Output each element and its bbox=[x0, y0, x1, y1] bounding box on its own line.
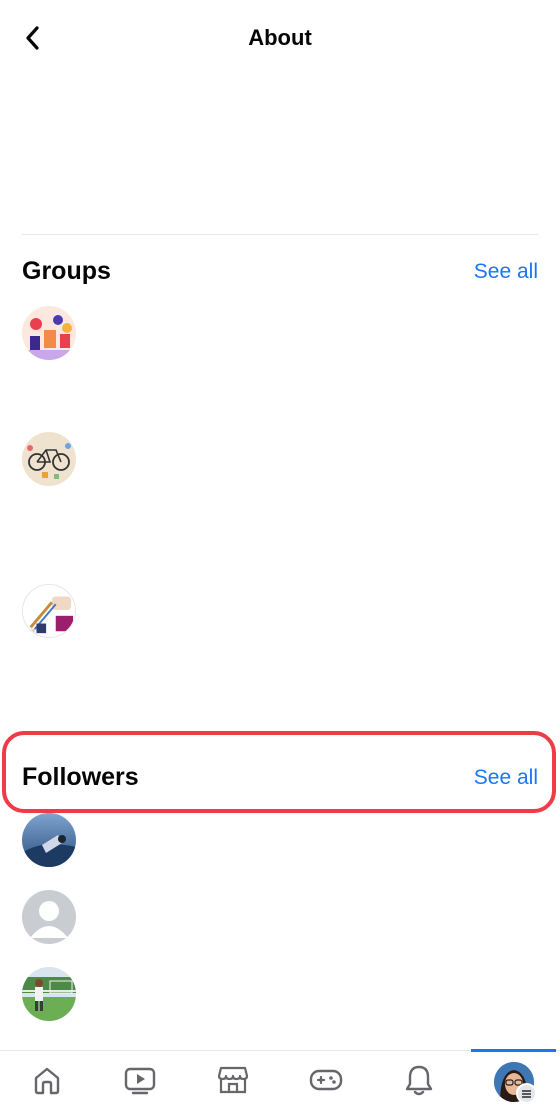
nav-gaming[interactable] bbox=[306, 1062, 346, 1098]
followers-see-all-link[interactable]: See all bbox=[474, 766, 538, 790]
nav-marketplace[interactable] bbox=[213, 1062, 253, 1098]
video-icon bbox=[124, 1067, 156, 1095]
marketplace-icon bbox=[217, 1066, 249, 1094]
group-avatar-1[interactable] bbox=[22, 306, 76, 360]
groups-see-all-link[interactable]: See all bbox=[474, 260, 538, 284]
active-tab-indicator bbox=[471, 1049, 556, 1052]
groups-section-title: Groups bbox=[22, 257, 111, 285]
follower-avatar-3[interactable] bbox=[22, 967, 76, 1021]
notifications-icon bbox=[405, 1065, 433, 1096]
page-title: About bbox=[248, 25, 312, 50]
nav-video[interactable] bbox=[120, 1062, 160, 1098]
group-avatar-2[interactable] bbox=[22, 432, 76, 486]
nav-notifications[interactable] bbox=[399, 1062, 439, 1098]
follower-avatar-1[interactable] bbox=[22, 813, 76, 867]
follower-avatar-default[interactable] bbox=[22, 890, 76, 944]
followers-section-title: Followers bbox=[22, 763, 139, 791]
group-avatar-3[interactable] bbox=[22, 584, 76, 638]
gaming-icon bbox=[309, 1069, 343, 1091]
nav-home[interactable] bbox=[27, 1062, 67, 1098]
bottom-navigation bbox=[0, 1050, 560, 1101]
home-icon bbox=[34, 1067, 60, 1095]
menu-badge[interactable] bbox=[516, 1083, 537, 1104]
header: About bbox=[0, 0, 560, 80]
menu-icon bbox=[522, 1089, 531, 1098]
section-divider bbox=[22, 234, 538, 235]
